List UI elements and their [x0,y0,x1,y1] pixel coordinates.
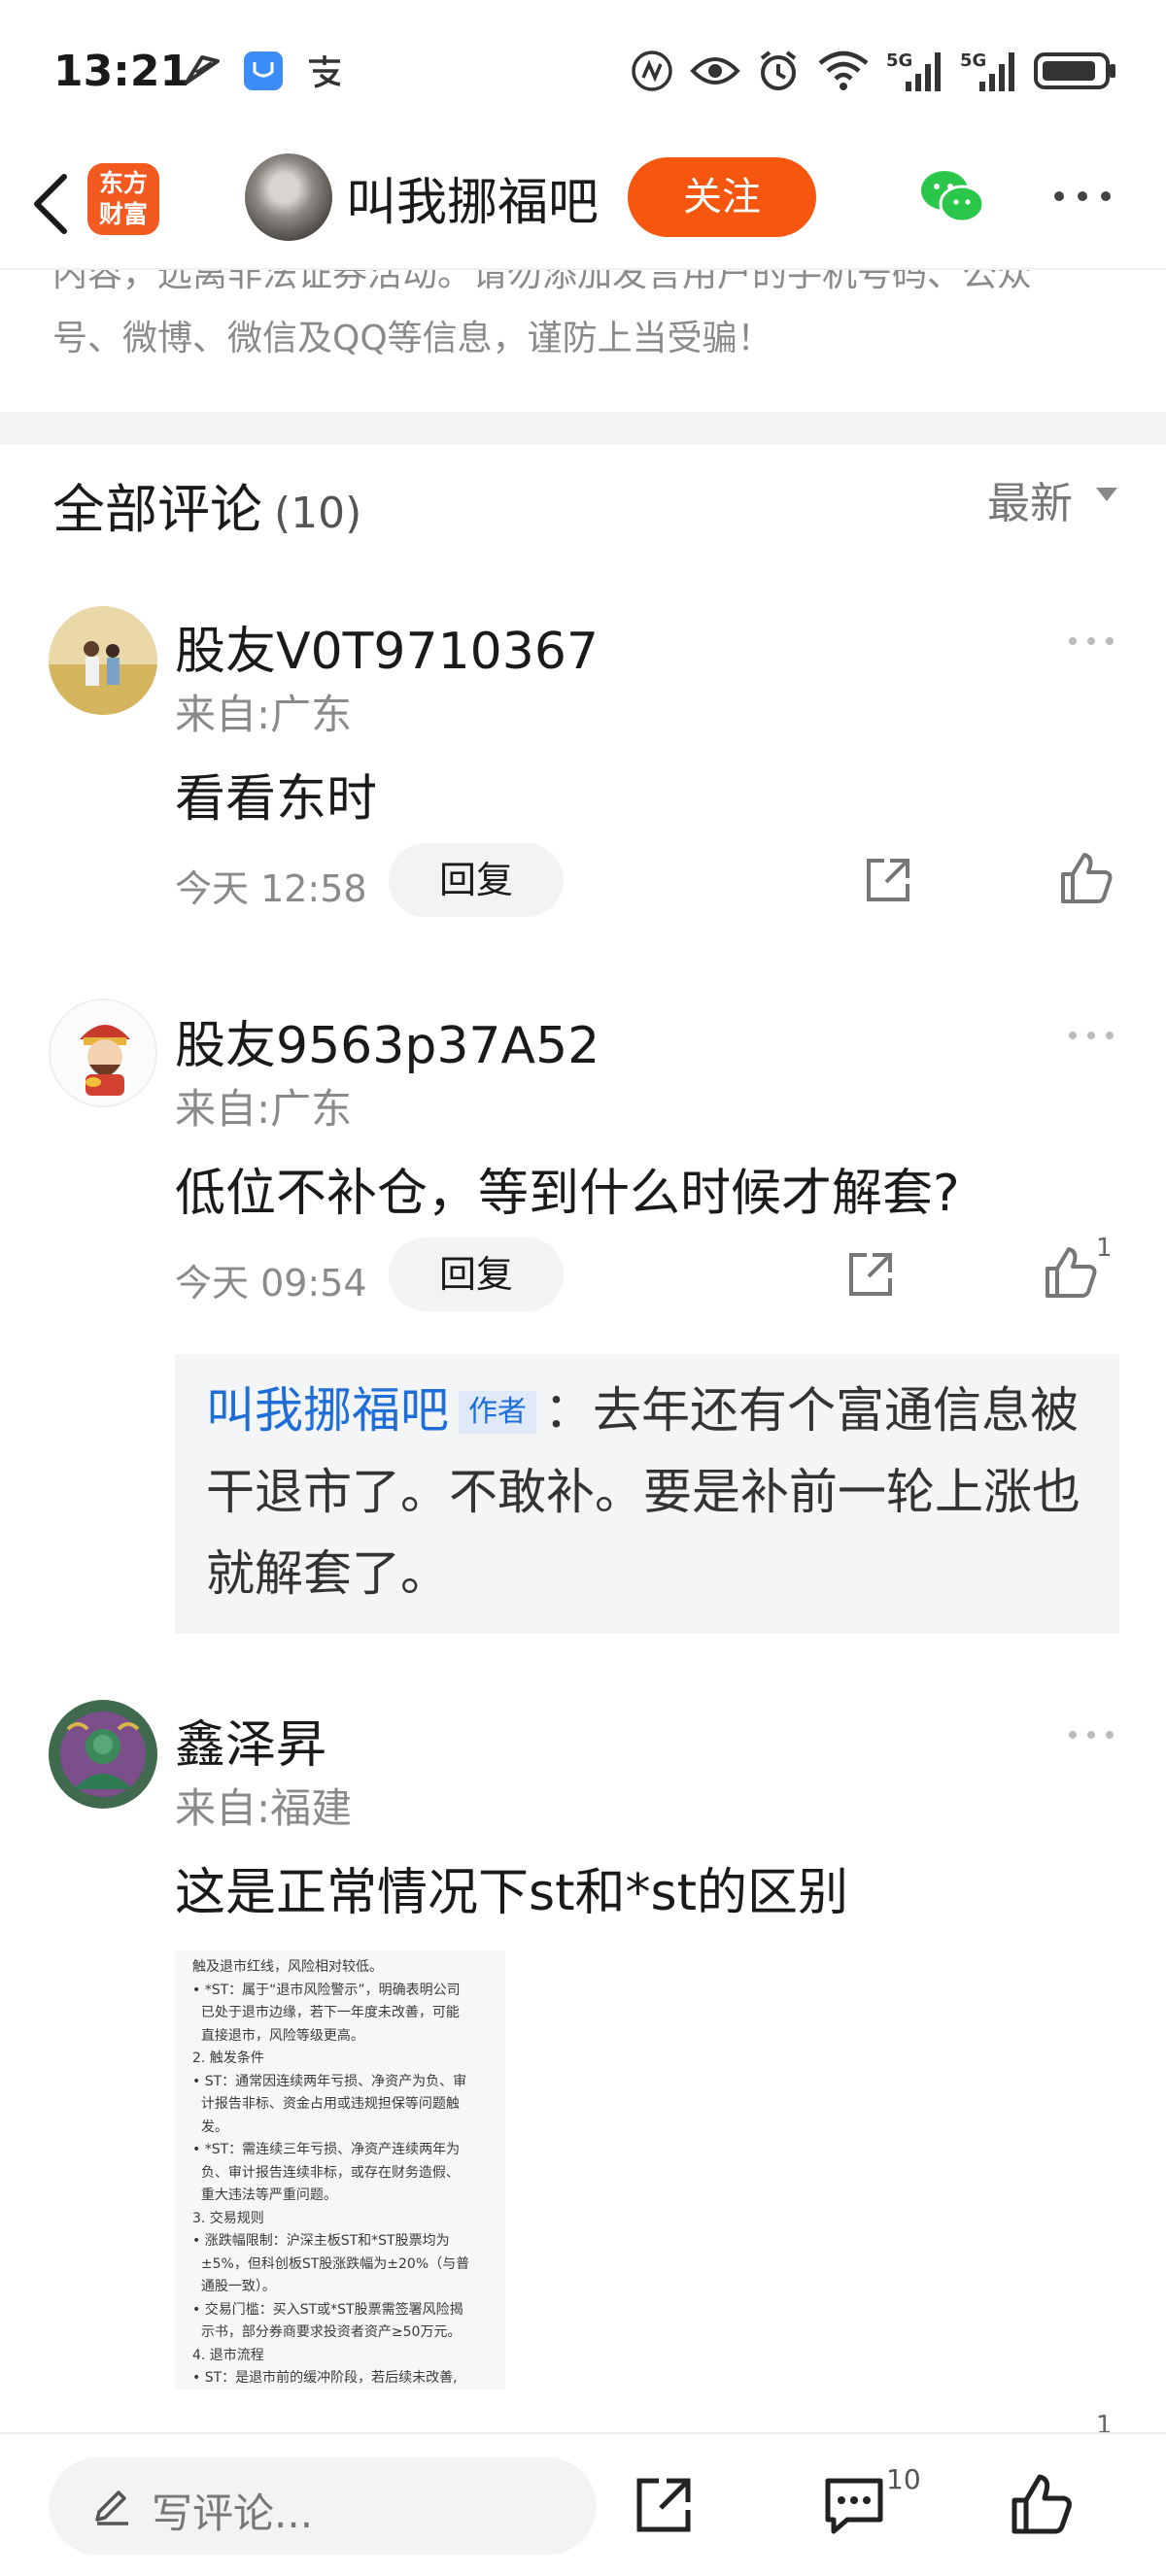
comment-input-placeholder: 写评论... [152,2490,314,2537]
share-icon[interactable] [845,1249,896,1300]
bottom-bar: 写评论... 10 [0,2432,1166,2576]
back-button[interactable] [21,163,84,241]
reply-button[interactable]: 回复 [389,1237,564,1311]
comment-location: 来自:广东 [175,691,353,738]
reply-button[interactable]: 回复 [389,843,564,917]
avatar[interactable] [49,1700,157,1809]
author-name[interactable]: 叫我挪福吧 [346,161,599,234]
signal-5g-icon: 5G [960,49,1018,97]
comments-title: 全部评论 [52,479,262,540]
image-text-line: 发。 [192,2118,228,2135]
top-nav: 东方 财富 叫我挪福吧 关注 [0,146,1166,270]
like-icon[interactable] [1044,1245,1098,1300]
like-icon[interactable] [1059,851,1114,905]
risk-notice-clip: 内容，远离非法证券活动。请勿添加发言用户的手机号码、公众 号、微博、微信及QQ等… [0,270,1166,416]
image-text-line: • ST：通常因连续两年亏损、净资产为负、审 [192,2073,467,2089]
status-time: 13:21 [53,47,190,96]
image-text-line: 触及退市红线，风险相对较低。 [192,1959,383,1975]
comments-header: 全部评论 (10) [52,466,361,543]
status-bar: 13:21 5G 5G [0,0,1166,146]
more-icon [1069,637,1114,645]
comments-count: (10) [274,489,362,538]
section-divider [0,412,1166,445]
svg-text:5G: 5G [886,51,912,71]
author-avatar[interactable] [245,153,332,241]
more-icon [1054,191,1111,201]
image-text-line: 计报告非标、资金占用或违规担保等问题触 [192,2096,460,2112]
signal-5g-icon: 5G [886,49,944,97]
comments-icon[interactable] [822,2475,886,2535]
more-options-button[interactable] [1051,185,1114,208]
more-icon [1069,1032,1114,1039]
author-badge: 作者 [459,1391,536,1434]
svg-text:5G: 5G [960,51,986,71]
sort-dropdown[interactable]: 最新 [987,468,1073,530]
wechat-icon[interactable] [917,165,987,227]
comment-text: 低位不补仓，等到什么时候才解套? [175,1165,960,1223]
image-text-line: • *ST：需连续三年亏损、净资产连续两年为 [192,2142,461,2157]
wifi-icon [816,50,871,96]
image-text-line: ±5%，但科创板ST股涨跌幅为±20%（与普 [192,2255,470,2272]
comment-text: 看看东时 [175,770,378,829]
image-text-line: 3. 交易规则 [192,2210,264,2226]
image-text-line: 负、审计报告连续非标，或存在财务造假、 [192,2164,460,2181]
image-text-line: 已处于退市边缘，若下一年度未改善，可能 [192,2005,460,2020]
more-icon [1069,1731,1114,1739]
logo-text-line2: 财富 [98,200,148,228]
comment-input[interactable]: 写评论... [49,2457,597,2555]
status-right-icons: 5G 5G [630,49,1117,97]
logo-text-line1: 东方 [98,169,148,197]
reply-box[interactable]: 叫我挪福吧 作者 ：去年还有个富通信息被干退市了。不敢补。要是补前一轮上涨也就解套了… [175,1354,1119,1634]
pencil-icon [95,2491,128,2525]
comment-author[interactable]: 股友9563p37A52 [175,1004,600,1077]
image-text-line: • *ST：属于“退市风险警示”，明确表明公司 [192,1982,461,1998]
share-icon[interactable] [634,2475,694,2535]
like-count: 1 [1096,1234,1113,1263]
risk-notice-line2: 号、微博、微信及QQ等信息，谨防上当受骗！ [52,319,772,358]
avatar[interactable] [49,606,157,715]
chevron-left-icon [34,174,67,234]
comment-more-button[interactable] [1067,633,1115,647]
comment-author[interactable]: 股友V0T9710367 [175,610,599,683]
image-text-line: • 交易门槛：买入ST或*ST股票需签署风险揭 [192,2301,463,2318]
comments-badge: 10 [886,2463,921,2495]
alipay-icon [305,51,344,94]
risk-notice-line1: 内容，远离非法证券活动。请勿添加发言用户的手机号码、公众 [52,270,1033,294]
alarm-icon [756,49,801,97]
status-left-icons [183,51,344,95]
image-text: 触及退市红线，风险相对较低。 • *ST：属于“退市风险警示”，明确表明公司 已处… [192,1956,494,2390]
avatar[interactable] [49,999,157,1107]
caret-down-icon[interactable] [1096,488,1117,501]
honor-app-icon [243,51,284,95]
image-text-line: • ST：是退市前的缓冲阶段，若后续未改善, [192,2370,458,2386]
image-text-line: 通股一致）。 [192,2279,276,2294]
nfc-icon [630,49,674,97]
send-icon [183,53,222,92]
image-text-line: 4. 退市流程 [192,2347,264,2363]
image-text-line: 重大违法等严重问题。 [192,2187,337,2203]
comment-location: 来自:福建 [175,1784,353,1832]
share-icon[interactable] [863,855,913,905]
image-text-line: 示书，部分券商要求投资者资产≥50万元。 [192,2324,462,2340]
reply-author[interactable]: 叫我挪福吧 [206,1382,449,1439]
comment-author[interactable]: 鑫泽昇 [175,1704,326,1777]
comment-more-button[interactable] [1067,1727,1115,1741]
comment-time: 今天 09:54 [175,1262,367,1305]
risk-notice: 内容，远离非法证券活动。请勿添加发言用户的手机号码、公众 号、微博、微信及QQ等… [52,270,1131,371]
comment-more-button[interactable] [1067,1028,1115,1041]
image-text-line: • 涨跌幅限制：沪深主板ST和*ST股票均为 [192,2233,450,2249]
like-icon[interactable] [1011,2473,1073,2535]
reply-text: 叫我挪福吧 作者 ：去年还有个富通信息被干退市了。不敢补。要是补前一轮上涨也就解套了… [206,1370,1100,1614]
comment-location: 来自:广东 [175,1085,353,1133]
follow-button[interactable]: 关注 [628,157,816,237]
eye-icon [690,53,740,92]
comment-time: 今天 12:58 [175,867,367,910]
battery-icon [1034,51,1117,94]
app-logo[interactable]: 东方 财富 [87,163,159,235]
image-text-line: 直接退市，风险等级更高。 [192,2027,364,2044]
image-text-line: 2. 触发条件 [192,2051,264,2066]
comment-image[interactable]: 触及退市红线，风险相对较低。 • *ST：属于“退市风险警示”，明确表明公司 已处… [175,1950,505,2390]
comment-text: 这是正常情况下st和*st的区别 [175,1864,848,1922]
